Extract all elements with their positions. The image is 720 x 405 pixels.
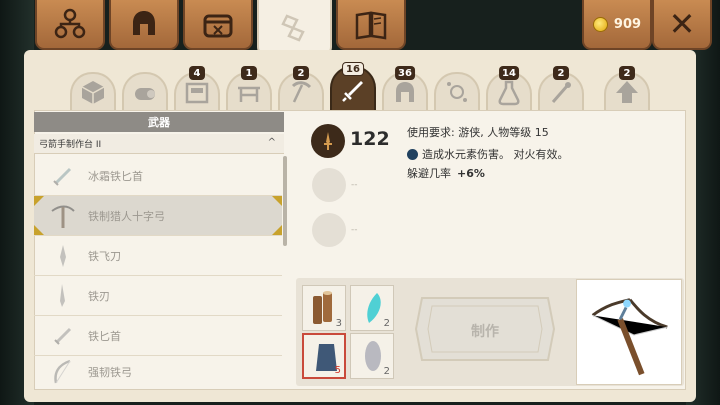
category-badge: 2 xyxy=(619,66,635,80)
material-count: 5 xyxy=(334,365,341,376)
category-badge: 16 xyxy=(342,62,364,76)
workbench-section-label: 弓箭手制作台 II xyxy=(39,140,102,150)
chevron-up-icon: ^ xyxy=(267,137,276,148)
list-item-selected[interactable]: 铁制猎人十字弓 xyxy=(34,196,282,236)
dodge-chance: 躲避几率 +6% xyxy=(407,165,485,181)
book-icon xyxy=(355,11,387,40)
list-item[interactable]: 铁刃 xyxy=(34,276,282,316)
blade-icon xyxy=(60,283,65,307)
material-count: 3 xyxy=(335,318,342,329)
empty-stat-slot xyxy=(312,168,346,202)
water-effect: 造成水元素伤害。 对火有效。 xyxy=(407,146,569,162)
category-badge: 2 xyxy=(293,66,309,80)
item-preview xyxy=(576,279,682,385)
category-tab-blocks[interactable] xyxy=(70,72,116,110)
sparkle-icon xyxy=(447,82,467,102)
tab-equipment[interactable] xyxy=(109,0,179,50)
category-tab-accessories[interactable] xyxy=(434,72,480,110)
material-slot-insufficient[interactable]: 5 xyxy=(302,333,346,379)
crossbow-icon xyxy=(51,205,75,228)
gold-amount: 909 xyxy=(613,16,642,32)
dagger-icon xyxy=(324,132,332,150)
crossbow-preview-icon xyxy=(591,298,668,376)
category-bar: 4 1 2 16 36 14 2 2 xyxy=(24,58,696,114)
damage-badge xyxy=(311,124,345,158)
list-item-label: 强韧铁弓 xyxy=(88,366,132,379)
category-tab-armor[interactable]: 36 xyxy=(382,66,428,110)
material-count: 2 xyxy=(383,318,390,329)
usage-requirement: 使用要求: 游侠, 人物等级 15 xyxy=(407,126,549,139)
armor-icon xyxy=(396,82,414,102)
category-tab-tools[interactable]: 2 xyxy=(278,66,324,110)
machine-icon xyxy=(185,82,209,104)
dagger-icon xyxy=(54,327,72,345)
empty-stat-value: -- xyxy=(351,225,358,235)
coin-icon xyxy=(592,16,608,32)
helmet-icon xyxy=(133,11,155,35)
material-slot[interactable]: 3 xyxy=(302,285,346,331)
upgrade-arrow-icon xyxy=(616,81,638,103)
table-icon xyxy=(238,86,260,102)
material-slot[interactable]: 2 xyxy=(350,285,394,331)
list-item[interactable]: 铁匕首 xyxy=(34,316,282,356)
dodge-value: +6% xyxy=(457,167,485,180)
category-tab-furniture[interactable]: 1 xyxy=(226,66,272,110)
category-tab-magic[interactable]: 2 xyxy=(538,66,584,110)
effect-text: 造成水元素伤害。 对火有效。 xyxy=(422,148,569,161)
cube-icon xyxy=(81,81,105,104)
category-tab-machines[interactable]: 4 xyxy=(174,66,220,110)
tab-crafting[interactable] xyxy=(257,0,332,56)
tab-skill-tree[interactable] xyxy=(35,0,105,50)
list-scrollbar[interactable] xyxy=(283,156,287,246)
crafting-icon xyxy=(280,14,305,42)
tab-journal[interactable] xyxy=(336,0,406,50)
sword-icon xyxy=(342,81,363,102)
water-drop-icon xyxy=(407,148,418,160)
category-tab-weapons[interactable]: 16 xyxy=(330,62,376,114)
list-item-label: 铁制猎人十字弓 xyxy=(88,209,165,223)
throwing-knife-icon xyxy=(60,244,66,267)
skill-tree-icon xyxy=(54,8,86,39)
category-tab-materials[interactable] xyxy=(122,72,168,110)
selection-corner-icon xyxy=(34,225,44,235)
list-item-label: 铁匕首 xyxy=(88,329,121,343)
gold-counter: 909 xyxy=(582,0,652,50)
selection-corner-icon xyxy=(272,225,282,235)
pickaxe-icon xyxy=(291,81,312,103)
list-item-label: 冰霜铁匕首 xyxy=(88,169,143,183)
material-slot[interactable]: 2 xyxy=(350,333,394,379)
potion-icon xyxy=(498,80,520,106)
wand-icon xyxy=(551,82,571,103)
category-badge: 14 xyxy=(499,66,519,80)
dagger-icon xyxy=(53,167,72,186)
category-tab-upgrades[interactable]: 2 xyxy=(604,66,650,110)
dodge-label: 躲避几率 xyxy=(407,167,451,180)
list-item[interactable]: 冰霜铁匕首 xyxy=(34,156,282,196)
list-item[interactable]: 铁飞刀 xyxy=(34,236,282,276)
empty-stat-slot xyxy=(312,213,346,247)
bow-icon xyxy=(54,359,71,384)
selection-corner-icon xyxy=(34,196,44,206)
material-count: 2 xyxy=(383,366,390,377)
category-badge: 36 xyxy=(395,66,415,80)
list-item[interactable]: 强韧铁弓 xyxy=(34,356,282,388)
category-badge: 1 xyxy=(241,66,257,80)
bag-icon xyxy=(203,14,233,38)
empty-stat-value: -- xyxy=(351,180,358,190)
category-badge: 2 xyxy=(553,66,569,80)
list-item-label: 铁飞刀 xyxy=(88,249,121,263)
tab-inventory[interactable] xyxy=(183,0,253,50)
list-item-label: 铁刃 xyxy=(88,289,110,303)
damage-value: 122 xyxy=(350,128,390,150)
list-header: 武器 xyxy=(34,112,284,132)
log-icon xyxy=(135,88,155,100)
category-tab-potions[interactable]: 14 xyxy=(486,66,532,110)
craft-button-label: 制作 xyxy=(471,324,499,340)
close-icon: ✕ xyxy=(668,5,696,43)
workbench-section[interactable]: 弓箭手制作台 II ^ xyxy=(34,134,284,154)
category-badge: 4 xyxy=(189,66,205,80)
selection-corner-icon xyxy=(272,196,282,206)
close-button[interactable]: ✕ xyxy=(652,0,712,50)
